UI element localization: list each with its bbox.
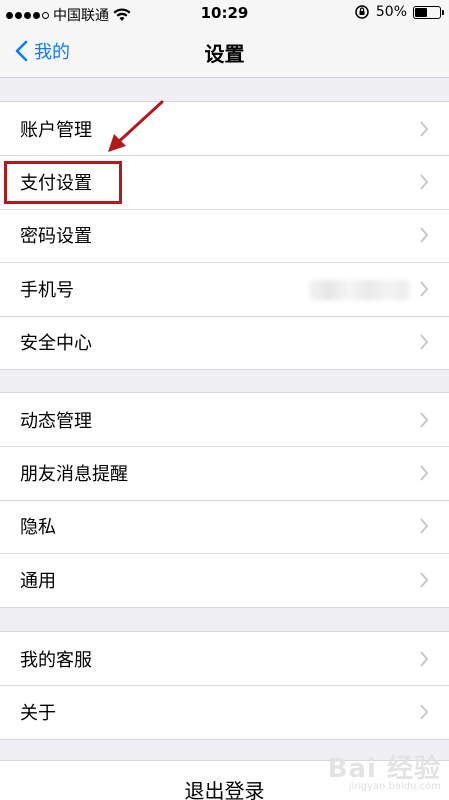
settings-row-phone-number[interactable]: 手机号 (0, 262, 449, 315)
chevron-right-icon (420, 281, 429, 297)
battery-percent: 50% (375, 4, 407, 20)
chevron-right-icon (420, 227, 429, 244)
row-label: 朋友消息提醒 (20, 464, 128, 486)
settings-row-moments-management[interactable]: 动态管理 (0, 393, 449, 446)
row-label: 手机号 (20, 279, 74, 301)
settings-row-payment[interactable]: 支付设置 (0, 155, 449, 208)
page-title: 设置 (204, 42, 245, 66)
chevron-right-icon (420, 651, 429, 667)
status-bar: 中国联通 10:29 50% (0, 0, 449, 28)
row-label: 密码设置 (20, 226, 92, 248)
row-label: 通用 (20, 570, 56, 592)
row-label: 安全中心 (20, 333, 92, 355)
orientation-lock-icon (355, 5, 369, 19)
settings-row-customer-service[interactable]: 我的客服 (0, 632, 449, 685)
navigation-bar: 我的 设置 (0, 28, 449, 78)
settings-group-account: 账户管理 支付设置 密码设置 手机号 安全中心 (0, 101, 449, 370)
status-right: 50% (354, 4, 444, 20)
chevron-right-icon (420, 412, 429, 428)
annotation-arrow-icon (108, 100, 164, 152)
settings-row-privacy[interactable]: 隐私 (0, 499, 449, 553)
row-label: 动态管理 (20, 410, 92, 432)
settings-row-account-management[interactable]: 账户管理 (0, 102, 449, 155)
chevron-right-icon (420, 121, 429, 137)
settings-group-support: 我的客服 关于 (0, 631, 449, 740)
chevron-right-icon (420, 518, 429, 535)
settings-row-general[interactable]: 通用 (0, 553, 449, 606)
chevron-right-icon (420, 174, 429, 190)
battery-icon (413, 5, 444, 19)
row-label: 隐私 (20, 517, 56, 539)
settings-row-security-center[interactable]: 安全中心 (0, 315, 449, 369)
chevron-right-icon (420, 334, 429, 350)
watermark: Bai 经验 jingyan.baidu.com (328, 748, 441, 792)
settings-row-friend-notifications[interactable]: 朋友消息提醒 (0, 446, 449, 499)
chevron-right-icon (420, 572, 429, 588)
settings-row-about[interactable]: 关于 (0, 685, 449, 738)
watermark-main: Bai 经验 (327, 754, 441, 784)
row-label: 关于 (20, 703, 56, 725)
battery-level (415, 7, 427, 17)
logout-label: 退出登录 (184, 779, 265, 800)
row-label: 支付设置 (20, 173, 92, 195)
settings-row-password[interactable]: 密码设置 (0, 208, 449, 262)
row-label: 我的客服 (20, 649, 92, 671)
chevron-right-icon (420, 465, 429, 481)
obscured-phone-value (309, 280, 409, 301)
settings-group-social: 动态管理 朋友消息提醒 隐私 通用 (0, 392, 449, 608)
chevron-right-icon (420, 704, 429, 720)
row-label: 账户管理 (20, 119, 92, 141)
